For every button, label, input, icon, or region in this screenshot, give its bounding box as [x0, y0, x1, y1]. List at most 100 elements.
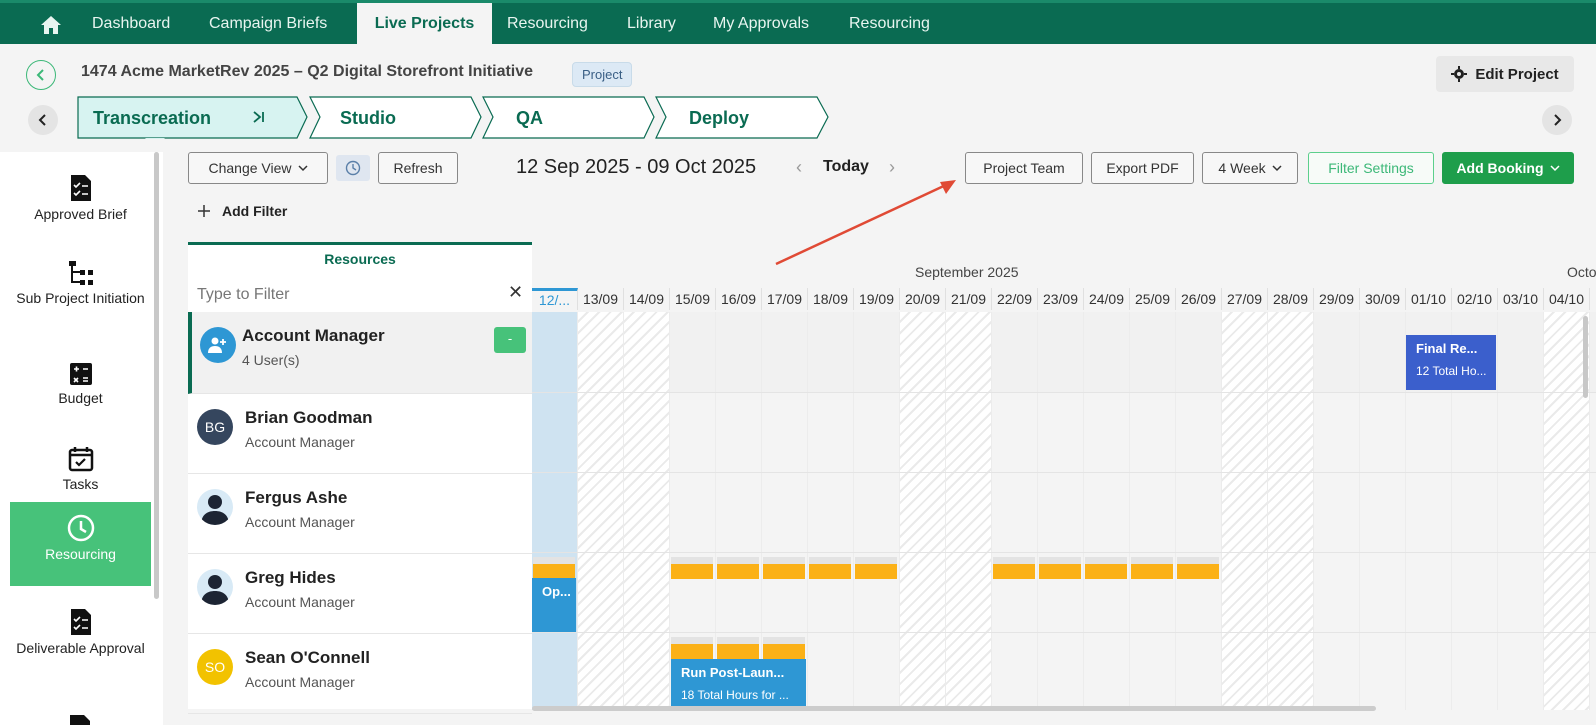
stage-label: Transcreation [93, 108, 212, 128]
stage-deploy[interactable]: Deploy [655, 96, 830, 139]
day-column[interactable] [578, 312, 624, 710]
nav-dashboard[interactable]: Dashboard [78, 3, 184, 44]
month-label: September 2025 [915, 264, 1019, 280]
resources-tab[interactable]: Resources [188, 242, 532, 272]
close-icon[interactable]: ✕ [508, 282, 523, 303]
capacity-bar [855, 557, 897, 579]
stages-next-button[interactable] [1542, 105, 1572, 135]
booking-run-post-launch[interactable]: Run Post-Laun... 18 Total Hours for ... [671, 659, 806, 709]
booking-hours: 12 Total Ho... [1416, 364, 1487, 378]
group-count: 4 User(s) [242, 352, 300, 368]
day-column[interactable] [1176, 312, 1222, 710]
sidebar-item-sub-project-initiation[interactable]: Sub Project Initiation [10, 248, 151, 332]
resource-row[interactable]: Greg Hides Account Manager [188, 554, 532, 634]
resource-row[interactable]: SO Sean O'Connell Account Manager [188, 634, 532, 714]
back-button[interactable] [26, 60, 56, 90]
nav-library[interactable]: Library [613, 3, 690, 44]
stage-qa[interactable]: QA [482, 96, 656, 139]
resource-role: Account Manager [245, 594, 355, 610]
day-header: 12/... [532, 288, 578, 310]
day-column[interactable] [624, 312, 670, 710]
day-header: 03/10 [1498, 288, 1544, 310]
capacity-bar [1039, 557, 1081, 579]
day-column[interactable] [1038, 312, 1084, 710]
day-column[interactable] [1222, 312, 1268, 710]
resource-row[interactable]: BG Brian Goodman Account Manager [188, 394, 532, 474]
day-column[interactable] [532, 312, 578, 710]
day-header: 15/09 [670, 288, 716, 310]
calculator-icon [69, 363, 92, 385]
collapse-group-button[interactable]: - [494, 327, 526, 353]
refresh-button[interactable]: Refresh [378, 152, 458, 184]
nav-resourcing-2[interactable]: Resourcing [835, 3, 944, 44]
capacity-bar [809, 557, 851, 579]
row-divider [532, 552, 1596, 553]
day-header: 24/09 [1084, 288, 1130, 310]
vertical-scrollbar[interactable] [1583, 316, 1588, 398]
day-column[interactable] [854, 312, 900, 710]
day-column[interactable] [900, 312, 946, 710]
project-team-button[interactable]: Project Team [965, 152, 1083, 184]
chevron-down-icon [297, 165, 308, 172]
booking-op[interactable]: Op... [532, 578, 576, 632]
day-header: 27/09 [1222, 288, 1268, 310]
home-icon[interactable] [40, 15, 62, 35]
chevron-down-icon [1272, 165, 1282, 172]
export-pdf-button[interactable]: Export PDF [1091, 152, 1194, 184]
sidebar-item-deliverable-approval[interactable]: Deliverable Approval [10, 596, 151, 680]
date-range: 12 Sep 2025 - 09 Oct 2025 [516, 156, 757, 178]
capacity-bar [717, 637, 759, 659]
day-column[interactable] [946, 312, 992, 710]
booking-title: Final Re... [1416, 341, 1478, 356]
sidebar-item-budget[interactable]: Budget [10, 350, 151, 434]
chevron-left-icon [38, 114, 46, 126]
resource-row[interactable]: Fergus Ashe Account Manager [188, 474, 532, 554]
period-select[interactable]: 4 Week [1202, 152, 1298, 184]
day-column[interactable] [1268, 312, 1314, 710]
day-column[interactable] [1130, 312, 1176, 710]
nav-live-projects[interactable]: Live Projects [357, 3, 492, 44]
avatar: BG [197, 409, 233, 445]
day-column[interactable] [992, 312, 1038, 710]
day-column[interactable] [1360, 312, 1406, 710]
add-filter-button[interactable]: Add Filter [222, 203, 287, 219]
day-column[interactable] [1084, 312, 1130, 710]
edit-project-button[interactable]: Edit Project [1436, 56, 1574, 92]
day-column[interactable] [1314, 312, 1360, 710]
capacity-bar [671, 637, 713, 659]
stage-label: QA [516, 108, 543, 128]
nav-my-approvals[interactable]: My Approvals [699, 3, 823, 44]
day-header: 13/09 [578, 288, 624, 310]
plus-icon[interactable] [198, 205, 210, 217]
day-column[interactable] [808, 312, 854, 710]
sidebar-item-approved-brief[interactable]: Approved Brief [10, 162, 151, 246]
annotation-arrow [775, 180, 956, 266]
stage-label: Deploy [689, 108, 750, 128]
history-button[interactable] [336, 155, 370, 181]
chevron-right-icon [1554, 114, 1562, 126]
sidebar-scrollbar[interactable] [154, 152, 159, 599]
sidebar-item-resourcing[interactable]: Resourcing [10, 502, 151, 586]
resources-panel: Resources Type to Filter ✕ Account Manag… [188, 242, 532, 714]
user-silhouette-icon [197, 489, 233, 525]
stage-studio[interactable]: Studio [309, 96, 483, 139]
nav-resourcing[interactable]: Resourcing [493, 3, 602, 44]
resource-calendar: September 2025 Octo 12/... 13/09 14/09 15/0… [532, 260, 1596, 710]
resource-filter-input[interactable]: Type to Filter [197, 286, 289, 304]
day-column[interactable] [1498, 312, 1544, 710]
left-sidebar: Approved Brief Sub Project Initiation Bu… [0, 152, 163, 725]
resource-group-row[interactable]: Account Manager 4 User(s) - [188, 312, 532, 394]
capacity-bar [1177, 557, 1219, 579]
nav-campaign-briefs[interactable]: Campaign Briefs [195, 3, 341, 44]
change-view-button[interactable]: Change View [188, 152, 328, 184]
booking-final-review[interactable]: Final Re... 12 Total Ho... [1406, 335, 1496, 390]
add-booking-button[interactable]: Add Booking [1442, 152, 1574, 184]
group-name: Account Manager [242, 326, 385, 345]
project-badge: Project [572, 62, 633, 87]
stages-prev-button[interactable] [28, 105, 58, 135]
filter-settings-button[interactable]: Filter Settings [1308, 152, 1434, 184]
day-header: 26/09 [1176, 288, 1222, 310]
top-nav-bar: Dashboard Campaign Briefs Live Projects … [0, 0, 1596, 44]
stage-transcreation[interactable]: Transcreation [77, 96, 309, 139]
horizontal-scrollbar[interactable] [532, 706, 1376, 711]
